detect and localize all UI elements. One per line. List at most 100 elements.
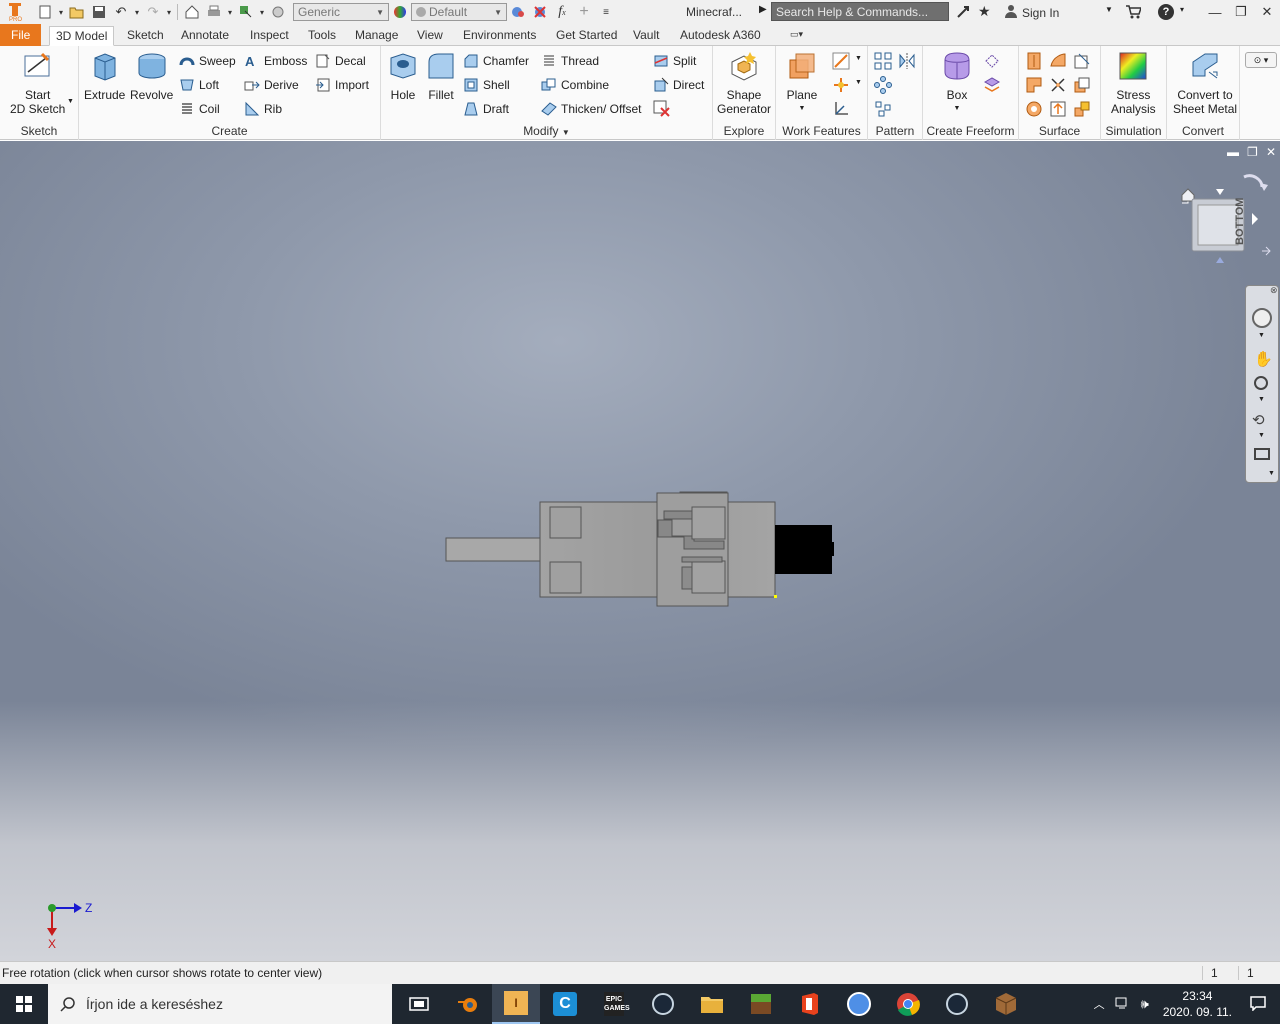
chevron-down-icon[interactable]: ▼ — [1105, 5, 1113, 14]
freeform-box-button[interactable]: Box ▼ — [941, 50, 973, 116]
minecraft-launcher-icon[interactable] — [982, 984, 1030, 1024]
emboss-button[interactable]: A Emboss — [244, 52, 307, 70]
draft-button[interactable]: Draft — [463, 100, 509, 118]
coil-button[interactable]: Coil — [179, 100, 220, 118]
tab-get-started[interactable]: Get Started — [550, 26, 623, 46]
adjust-appearance-icon[interactable] — [507, 1, 529, 23]
steam-icon-2[interactable] — [933, 984, 981, 1024]
open-file-icon[interactable] — [66, 1, 88, 23]
ribbon-options-dropdown[interactable]: ⊙ ▾ — [1245, 52, 1277, 68]
office-icon[interactable] — [786, 984, 834, 1024]
chrome-icon[interactable] — [884, 984, 932, 1024]
thread-button[interactable]: Thread — [541, 52, 599, 70]
minecraft-icon[interactable] — [737, 984, 785, 1024]
steam-icon[interactable] — [639, 984, 687, 1024]
cart-icon[interactable] — [1125, 4, 1143, 23]
chevron-up-icon[interactable]: ︿ — [1088, 996, 1111, 1012]
mirror-icon[interactable] — [898, 52, 918, 72]
chevron-down-icon[interactable]: ▼ — [1258, 432, 1265, 439]
sweep-button[interactable]: Sweep — [179, 52, 236, 70]
sign-in-button[interactable]: Sign In — [1004, 4, 1059, 21]
tab-tools[interactable]: Tools — [302, 26, 342, 46]
repair-icon[interactable] — [1049, 100, 1069, 120]
chevron-down-icon[interactable]: ▼ — [1258, 396, 1265, 403]
tab-view[interactable]: View — [411, 26, 449, 46]
rib-button[interactable]: Rib — [244, 100, 282, 118]
tab-autodesk-a360[interactable]: Autodesk A360 — [674, 26, 767, 46]
color-override-icon[interactable] — [267, 1, 289, 23]
undo-icon[interactable]: ↶ — [110, 1, 132, 23]
dropdown-arrow-icon[interactable]: ▾ — [164, 1, 174, 23]
inventor-logo-icon[interactable]: PRO — [4, 1, 26, 23]
look-at-icon[interactable] — [1254, 448, 1270, 460]
search-input[interactable]: Search Help & Commands... — [771, 2, 949, 21]
file-explorer-icon[interactable] — [688, 984, 736, 1024]
hole-button[interactable]: Hole — [387, 50, 419, 102]
dropdown-arrow-icon[interactable]: ▾ — [56, 1, 66, 23]
tab-manage[interactable]: Manage — [349, 26, 404, 46]
stitch-icon[interactable] — [1025, 52, 1045, 72]
viewcube[interactable]: BOTTOM — [1176, 169, 1272, 269]
combine-button[interactable]: Combine — [541, 76, 609, 94]
save-icon[interactable] — [88, 1, 110, 23]
orbit-icon[interactable]: ⟲ — [1252, 411, 1265, 429]
delete-face-surface-icon[interactable] — [1025, 100, 1045, 120]
viewport-close-icon[interactable]: ✕ — [1266, 145, 1276, 159]
inventor-taskbar-icon[interactable]: I — [492, 984, 540, 1024]
redo-icon[interactable]: ↷ — [142, 1, 164, 23]
clock[interactable]: 23:34 2020. 09. 11. — [1155, 988, 1240, 1020]
exchange-icon[interactable] — [955, 4, 971, 20]
dropdown-arrow-icon[interactable]: ▾ — [257, 1, 267, 23]
chevron-down-icon[interactable]: ▾ — [1180, 5, 1184, 14]
close-icon[interactable]: ✕ — [1254, 0, 1280, 24]
uplay-icon[interactable] — [835, 984, 883, 1024]
navbar-close-icon[interactable]: ⊗ — [1270, 285, 1278, 296]
derive-button[interactable]: Derive — [244, 76, 299, 94]
tab-sketch[interactable]: Sketch — [121, 26, 170, 46]
shell-button[interactable]: Shell — [463, 76, 510, 94]
help-icon[interactable]: ? — [1158, 4, 1174, 20]
panel-options-icon[interactable]: ▭▾ — [790, 29, 816, 43]
home-icon[interactable] — [181, 1, 203, 23]
minimize-icon[interactable]: — — [1202, 0, 1228, 24]
freeform-convert-icon[interactable] — [983, 76, 1003, 96]
circular-pattern-icon[interactable] — [874, 76, 894, 96]
task-view-icon[interactable] — [395, 984, 443, 1024]
clear-appearance-icon[interactable] — [529, 1, 551, 23]
trim-icon[interactable] — [1025, 76, 1045, 96]
tab-vault[interactable]: Vault — [627, 26, 665, 46]
measure-plus-icon[interactable]: + — [573, 1, 595, 23]
print-icon[interactable] — [203, 1, 225, 23]
select-filter-icon[interactable] — [235, 1, 257, 23]
appearance-icon[interactable] — [389, 1, 411, 23]
revolve-button[interactable]: Revolve — [130, 50, 173, 102]
start-button[interactable] — [0, 984, 48, 1024]
dropdown-arrow-icon[interactable]: ▾ — [132, 1, 142, 23]
volume-icon[interactable]: 🕪 — [1135, 996, 1155, 1012]
work-point-icon[interactable] — [832, 76, 852, 96]
ucs-icon[interactable] — [832, 100, 852, 120]
extend-icon[interactable] — [1049, 76, 1069, 96]
decal-button[interactable]: Decal — [315, 52, 366, 70]
stress-analysis-button[interactable]: Stress Analysis — [1111, 50, 1156, 116]
shape-generator-button[interactable]: Shape Generator — [717, 50, 771, 116]
notifications-icon[interactable] — [1240, 995, 1280, 1014]
fit-mesh-icon[interactable] — [1073, 100, 1093, 120]
material-combo[interactable]: Generic ▼ — [293, 3, 389, 21]
chevron-down-icon[interactable]: ▼ — [855, 55, 862, 62]
ccleaner-icon[interactable]: C — [541, 984, 589, 1024]
extrude-button[interactable]: Extrude — [84, 50, 125, 102]
convert-to-sheet-metal-button[interactable]: Convert to Sheet Metal — [1173, 50, 1237, 116]
parameters-fx-icon[interactable]: fx — [551, 1, 573, 23]
freeform-edit-icon[interactable] — [983, 52, 1003, 72]
blender-icon[interactable] — [444, 984, 492, 1024]
thicken-offset-button[interactable]: Thicken/ Offset — [541, 100, 641, 118]
plane-button[interactable]: Plane ▼ — [786, 50, 818, 116]
star-icon[interactable]: ★ — [978, 3, 991, 20]
start-2d-sketch-button[interactable]: Start 2D Sketch — [10, 50, 65, 116]
tab-environments[interactable]: Environments — [457, 26, 542, 46]
customize-menu-icon[interactable]: ≡ — [595, 1, 617, 23]
sketch-driven-pattern-icon[interactable] — [874, 100, 894, 120]
steering-wheel-icon[interactable] — [1252, 308, 1272, 328]
chevron-down-icon[interactable]: ▼ — [67, 98, 74, 105]
